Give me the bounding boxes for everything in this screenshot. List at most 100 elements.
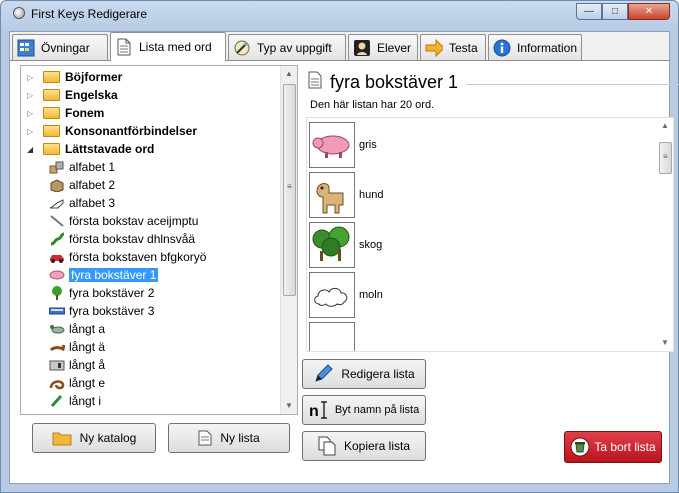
document-icon: [198, 430, 212, 446]
new-list-button[interactable]: Ny lista: [168, 423, 290, 453]
pig-icon: [49, 270, 65, 280]
scrollbar-thumb[interactable]: ≡: [659, 142, 672, 174]
tree-item[interactable]: första bokstav aceijmptu: [49, 212, 198, 230]
pencil-icon: [50, 215, 64, 227]
folder-label: Böjformer: [65, 70, 123, 84]
delete-list-button[interactable]: Ta bort lista: [564, 431, 662, 463]
scroll-down-icon[interactable]: ▼: [281, 398, 297, 414]
tree-item-label: långt ä: [69, 340, 106, 354]
word-label: skog: [359, 239, 383, 251]
tree-item[interactable]: långt e: [49, 374, 105, 392]
tree-item-label: första bokstaven bfgkoryö: [69, 250, 207, 264]
rename-list-button[interactable]: n Byt namn på lista: [302, 395, 426, 425]
tree-item-label: fyra bokstäver 2: [69, 286, 155, 300]
snake-icon: [50, 232, 65, 246]
new-folder-button[interactable]: Ny katalog: [32, 423, 156, 453]
app-icon: [13, 7, 25, 19]
word-label: gris: [359, 139, 377, 151]
tab-label: Information: [517, 40, 578, 55]
tree-item-selected[interactable]: fyra bokstäver 1: [49, 266, 159, 284]
scroll-up-icon[interactable]: ▲: [657, 118, 673, 134]
word-item-gris[interactable]: gris: [309, 120, 377, 170]
tab-typ-av-uppgift[interactable]: Typ av uppgift: [228, 34, 346, 60]
blocks-icon: [49, 161, 64, 174]
word-list[interactable]: gris hund skog moln ▲ ≡ ▼: [306, 117, 674, 352]
expand-arrow-icon[interactable]: ▷: [27, 91, 37, 100]
tree-folder-fonem[interactable]: ▷ Fonem: [27, 104, 104, 122]
word-item-moln[interactable]: moln: [309, 270, 383, 320]
tree-folder-engelska[interactable]: ▷ Engelska: [27, 86, 118, 104]
tab-label: Typ av uppgift: [257, 40, 332, 55]
rope-icon: [49, 380, 65, 390]
folder-icon: [43, 71, 60, 83]
word-item-partial[interactable]: [309, 320, 359, 351]
tree-folder-lattstavade-ord[interactable]: ◢ Lättstavade ord: [27, 140, 154, 158]
tab-testa[interactable]: Testa: [420, 34, 486, 60]
dog-icon: [309, 172, 355, 218]
tree-scrollbar[interactable]: ▲ ≡ ▼: [280, 66, 297, 414]
tab-lista-med-ord[interactable]: Lista med ord: [110, 32, 226, 61]
tree-folder-bojformer[interactable]: ▷ Böjformer: [27, 68, 122, 86]
word-item-skog[interactable]: skog: [309, 220, 382, 270]
tree-item-label: första bokstav aceijmptu: [69, 214, 199, 228]
word-item-hund[interactable]: hund: [309, 170, 383, 220]
tree-folder-konsonantforbindelser[interactable]: ▷ Konsonantförbindelser: [27, 122, 197, 140]
scrollbar-thumb[interactable]: ≡: [283, 84, 296, 296]
expand-arrow-icon[interactable]: ▷: [27, 73, 37, 82]
folder-label: Engelska: [65, 88, 118, 102]
collapse-arrow-icon[interactable]: ◢: [27, 145, 37, 154]
tab-ovningar[interactable]: Övningar: [12, 34, 108, 60]
copy-list-button[interactable]: Kopiera lista: [302, 431, 426, 461]
edit-list-button[interactable]: Redigera lista: [302, 359, 426, 389]
tree-icon: [52, 286, 62, 300]
button-label: Ny lista: [220, 431, 260, 445]
tree-item-label: fyra bokstäver 3: [69, 304, 155, 318]
word-list-scrollbar[interactable]: ▲ ≡ ▼: [657, 118, 673, 351]
minimize-button[interactable]: —: [576, 3, 602, 20]
grip-icon: ≡: [663, 152, 668, 161]
scroll-down-icon[interactable]: ▼: [657, 335, 673, 351]
title-divider: [466, 84, 679, 85]
word-label: hund: [359, 189, 384, 201]
tree-item[interactable]: fyra bokstäver 2: [49, 284, 154, 302]
tree-item-label: fyra bokstäver 1: [69, 268, 159, 282]
tree-item[interactable]: första bokstaven bfgkoryö: [49, 248, 206, 266]
tree-item[interactable]: fyra bokstäver 3: [49, 302, 154, 320]
tab-label: Testa: [449, 40, 478, 55]
scroll-up-icon[interactable]: ▲: [281, 66, 297, 82]
tree-item[interactable]: långt a: [49, 320, 105, 338]
tree-item-label: alfabet 1: [69, 160, 116, 174]
pig-icon: [309, 122, 355, 168]
tools-icon: [233, 39, 251, 57]
tree-item-label: långt å: [69, 358, 106, 372]
svg-text:n: n: [309, 403, 319, 420]
tree-item-label: långt a: [69, 322, 106, 336]
folder-icon: [52, 430, 72, 446]
close-button[interactable]: ✕: [628, 3, 670, 20]
tab-elever[interactable]: Elever: [348, 34, 418, 60]
tree-item[interactable]: långt å: [49, 356, 105, 374]
copy-icon: [318, 436, 336, 456]
title-bar[interactable]: First Keys Redigerare — □ ✕: [1, 1, 678, 27]
tab-label: Övningar: [41, 40, 90, 55]
tree-item[interactable]: alfabet 1: [49, 158, 115, 176]
forest-icon: [309, 222, 355, 268]
tree-item[interactable]: alfabet 3: [49, 194, 115, 212]
folder-open-icon: [43, 143, 60, 155]
word-thumbnail: [309, 322, 355, 351]
tree-item-label: långt e: [69, 376, 106, 390]
grip-icon: ≡: [287, 182, 292, 191]
folder-icon: [43, 107, 60, 119]
expand-arrow-icon[interactable]: ▷: [27, 109, 37, 118]
expand-arrow-icon[interactable]: ▷: [27, 127, 37, 136]
tab-bar: Övningar Lista med ord Typ av uppgift El…: [10, 32, 669, 61]
text-cursor-icon: n: [309, 400, 331, 420]
word-list-tree[interactable]: ▷ Böjformer ▷ Engelska ▷ Fonem ▷ Konsona…: [20, 65, 298, 415]
maximize-button[interactable]: □: [602, 3, 628, 20]
tree-item-label: långt i: [69, 394, 102, 408]
tree-item[interactable]: första bokstav dhlnsvåä: [49, 230, 195, 248]
tree-item[interactable]: alfabet 2: [49, 176, 115, 194]
tree-item[interactable]: långt ä: [49, 338, 105, 356]
tree-item[interactable]: långt i: [49, 392, 101, 410]
tab-information[interactable]: Information: [488, 34, 582, 60]
